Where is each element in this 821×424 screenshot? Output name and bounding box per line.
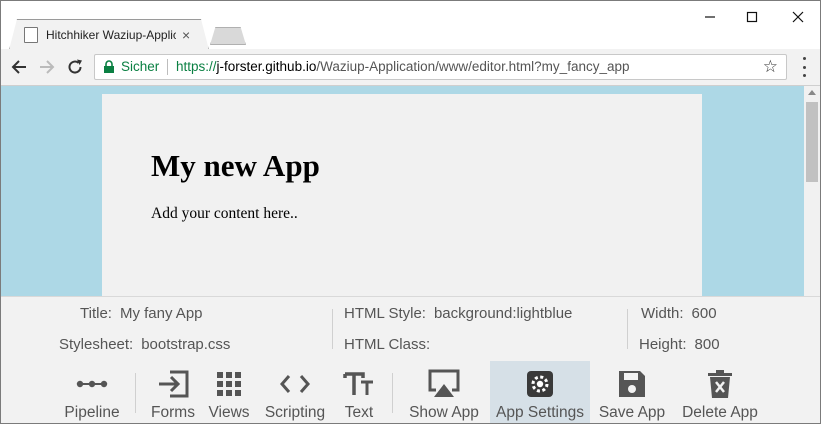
text-label: Text xyxy=(344,404,374,421)
browser-menu-icon[interactable] xyxy=(799,57,809,77)
height-label: Height: xyxy=(639,336,687,353)
arrow-left-icon xyxy=(11,60,26,74)
scripting-button[interactable]: Scripting xyxy=(259,361,331,423)
html-class-label: HTML Class: xyxy=(344,336,431,353)
bookmark-star-icon[interactable]: ☆ xyxy=(763,57,778,77)
forward-button[interactable] xyxy=(35,55,59,79)
url-host: j-forster.github.io xyxy=(216,59,317,74)
code-icon xyxy=(280,375,310,393)
lock-icon xyxy=(104,60,114,73)
height-value[interactable]: 800 xyxy=(695,336,720,353)
show-app-button[interactable]: Show App xyxy=(403,361,485,423)
width-label: Width: xyxy=(641,305,684,322)
close-window-button[interactable] xyxy=(775,7,820,27)
title-field[interactable]: Title: My fany App xyxy=(80,305,203,322)
forms-label: Forms xyxy=(151,404,195,421)
grid-icon xyxy=(217,372,241,396)
views-button[interactable]: Views xyxy=(205,361,253,423)
editor-toolbar: Pipeline Forms Views Scripting Text Show… xyxy=(1,361,820,423)
text-icon xyxy=(343,372,373,395)
maximize-icon xyxy=(746,11,758,23)
app-preview-area: My new App Add your content here.. xyxy=(1,86,804,296)
stylesheet-label: Stylesheet: xyxy=(59,336,134,353)
trash-icon xyxy=(708,370,732,398)
app-content-text[interactable]: Add your content here.. xyxy=(151,205,298,223)
html-class-field[interactable]: HTML Class: xyxy=(344,336,438,353)
tab-close-icon[interactable]: × xyxy=(182,27,190,43)
scroll-up-arrow-icon[interactable] xyxy=(808,90,816,95)
page-icon xyxy=(24,27,38,43)
tab-title: Hitchhiker Waziup-Application xyxy=(46,28,176,42)
floppy-disk-icon xyxy=(619,371,645,397)
settings-gear-icon xyxy=(527,371,553,397)
text-button[interactable]: Text xyxy=(335,361,383,423)
save-app-button[interactable]: Save App xyxy=(595,361,669,423)
show-app-label: Show App xyxy=(409,404,479,421)
maximize-button[interactable] xyxy=(729,7,775,27)
html-style-field[interactable]: HTML Style: background:lightblue xyxy=(344,305,572,322)
stylesheet-value[interactable]: bootstrap.css xyxy=(141,336,230,353)
minimize-button[interactable] xyxy=(687,7,733,27)
browser-window: Hitchhiker Waziup-Application × Sicher xyxy=(0,0,821,424)
url-scheme: https:// xyxy=(176,59,217,74)
stylesheet-field[interactable]: Stylesheet: bootstrap.css xyxy=(59,336,230,353)
scripting-label: Scripting xyxy=(264,404,326,421)
reload-icon xyxy=(68,59,82,74)
height-field[interactable]: Height: 800 xyxy=(639,336,720,353)
arrow-right-icon xyxy=(40,60,55,74)
toolbar-divider xyxy=(135,373,136,413)
app-settings-panel: Title: My fany App Stylesheet: bootstrap.c… xyxy=(1,296,820,362)
app-settings-button[interactable]: App Settings xyxy=(490,361,590,423)
address-bar[interactable]: Sicher https://j-forster.github.io/Waziu… xyxy=(94,54,787,80)
width-field[interactable]: Width: 600 xyxy=(641,305,717,322)
width-value[interactable]: 600 xyxy=(692,305,717,322)
app-canvas[interactable]: My new App Add your content here.. xyxy=(102,94,702,296)
delete-app-button[interactable]: Delete App xyxy=(677,361,763,423)
close-icon xyxy=(792,11,804,23)
airplay-icon xyxy=(428,369,460,397)
reload-button[interactable] xyxy=(63,55,87,79)
html-style-label: HTML Style: xyxy=(344,305,426,322)
app-heading[interactable]: My new App xyxy=(151,148,320,184)
address-divider xyxy=(167,59,168,75)
pipeline-button[interactable]: Pipeline xyxy=(57,361,127,423)
title-value[interactable]: My fany App xyxy=(120,305,203,322)
toolbar-divider xyxy=(392,373,393,413)
minimize-icon xyxy=(705,16,715,18)
new-tab-button[interactable] xyxy=(210,27,246,45)
delete-app-label: Delete App xyxy=(682,404,758,421)
save-app-label: Save App xyxy=(598,404,666,421)
back-button[interactable] xyxy=(7,55,31,79)
url-text[interactable]: https://j-forster.github.io/Waziup-Appli… xyxy=(176,59,630,74)
secure-label: Sicher xyxy=(121,59,160,74)
pipeline-label: Pipeline xyxy=(64,404,120,421)
forms-button[interactable]: Forms xyxy=(145,361,201,423)
vertical-scrollbar[interactable] xyxy=(804,86,820,296)
browser-tab[interactable]: Hitchhiker Waziup-Application × xyxy=(9,19,209,50)
pipeline-icon xyxy=(76,380,108,388)
browser-toolbar: Sicher https://j-forster.github.io/Waziu… xyxy=(1,49,820,86)
settings-divider xyxy=(627,309,628,349)
scroll-thumb[interactable] xyxy=(806,102,818,182)
title-label: Title: xyxy=(80,305,112,322)
sign-in-icon xyxy=(159,370,189,398)
settings-divider xyxy=(332,309,333,349)
views-label: Views xyxy=(208,404,250,421)
url-path: /Waziup-Application/www/editor.html?my_f… xyxy=(316,59,630,74)
title-bar: Hitchhiker Waziup-Application × xyxy=(1,1,820,50)
app-settings-label: App Settings xyxy=(496,404,584,421)
html-style-value[interactable]: background:lightblue xyxy=(434,305,572,322)
